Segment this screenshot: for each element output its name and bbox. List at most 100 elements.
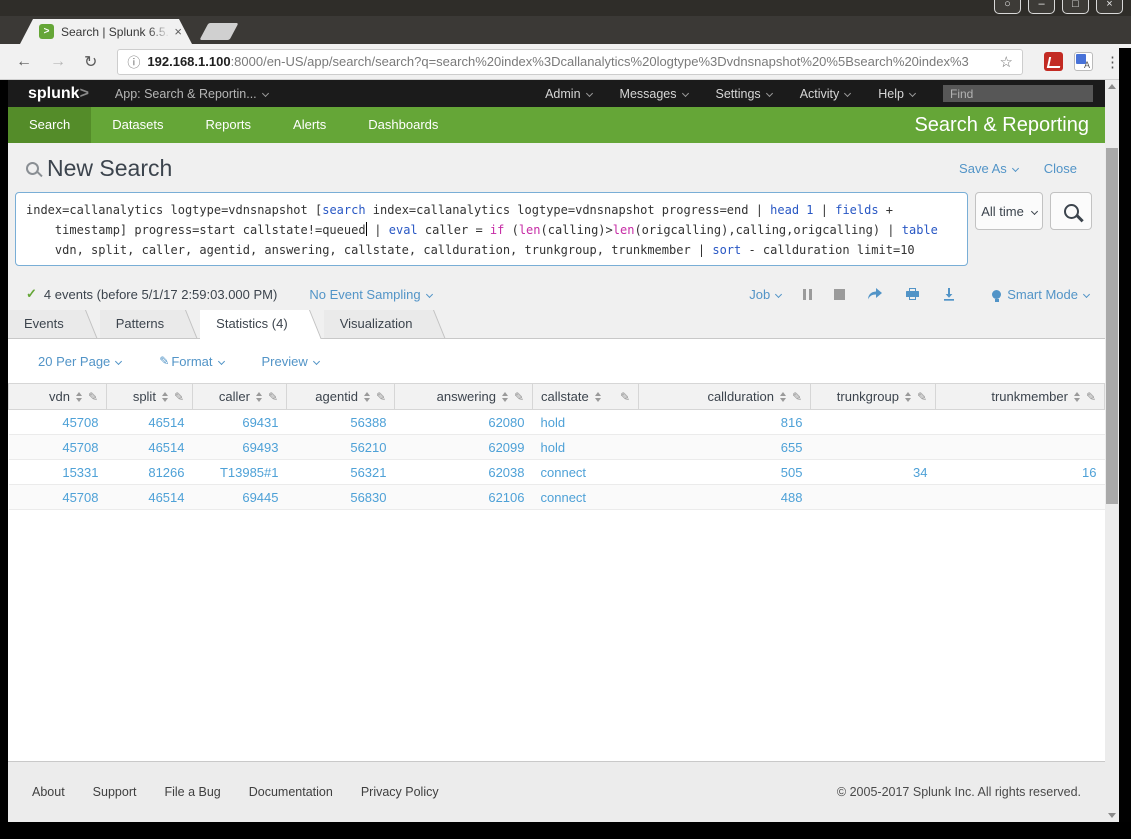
cell-answering[interactable]: 62080 [394,409,533,435]
edit-column-icon[interactable]: ✎ [514,390,524,404]
cell-vdn[interactable]: 45708 [8,484,107,510]
bookmark-star-icon[interactable]: ☆ [1000,53,1013,71]
nav-search[interactable]: Search [8,107,92,143]
cell-callstate[interactable]: hold [532,409,639,435]
share-icon[interactable] [867,287,883,301]
cell-vdn[interactable]: 45708 [8,409,107,435]
maximize-icon[interactable]: □ [1062,0,1089,14]
scroll-down-icon[interactable] [1108,813,1116,818]
cell-caller[interactable]: T13985#1 [192,459,287,485]
menu-messages[interactable]: Messages [620,87,689,101]
edit-column-icon[interactable]: ✎ [792,390,802,404]
edit-column-icon[interactable]: ✎ [174,390,184,404]
sort-icon[interactable] [594,391,601,402]
footer-link-privacy-policy[interactable]: Privacy Policy [361,785,439,799]
column-header-callduration[interactable]: callduration ✎ [638,383,811,410]
cell-vdn[interactable]: 15331 [8,459,107,485]
cell-callduration[interactable]: 488 [638,484,811,510]
nav-reports[interactable]: Reports [185,107,273,143]
cell-callduration[interactable]: 505 [638,459,811,485]
back-icon[interactable]: ← [16,53,32,71]
save-as-button[interactable]: Save As [959,161,1019,176]
sort-icon[interactable] [779,391,786,402]
footer-link-documentation[interactable]: Documentation [249,785,333,799]
edit-column-icon[interactable]: ✎ [88,390,98,404]
cell-caller[interactable]: 69431 [192,409,287,435]
tab-patterns[interactable]: Patterns [99,310,175,338]
column-header-trunkgroup[interactable]: trunkgroup ✎ [810,383,936,410]
cell-answering[interactable]: 62038 [394,459,533,485]
sort-icon[interactable] [255,391,262,402]
menu-admin[interactable]: Admin [545,87,593,101]
cell-answering[interactable]: 62106 [394,484,533,510]
browser-tab[interactable]: > Search | Splunk 6.5. × [20,19,192,44]
minimize-icon[interactable]: – [1028,0,1055,14]
column-header-callstate[interactable]: callstate ✎ [532,383,639,410]
cell-callduration[interactable]: 816 [638,409,811,435]
cell-callstate[interactable]: connect [532,484,639,510]
vertical-scrollbar[interactable] [1105,80,1119,822]
scroll-up-icon[interactable] [1108,84,1116,89]
splunk-logo[interactable]: splunk> [28,85,89,103]
preview-menu[interactable]: Preview [262,354,320,369]
sort-icon[interactable] [75,391,82,402]
column-header-answering[interactable]: answering ✎ [394,383,533,410]
cell-trunkmember[interactable]: 16 [935,459,1105,485]
url-bar[interactable]: ⓘ 192.168.1.100 :8000/en-US/app/search/s… [117,48,1023,75]
menu-help[interactable]: Help [878,87,917,101]
close-icon[interactable]: × [1096,0,1123,14]
cell-agentid[interactable]: 56210 [286,434,395,460]
cell-split[interactable]: 81266 [106,459,193,485]
pause-icon[interactable] [803,288,813,300]
run-search-button[interactable] [1050,192,1092,230]
cell-agentid[interactable]: 56388 [286,409,395,435]
cell-split[interactable]: 46514 [106,484,193,510]
footer-link-support[interactable]: Support [93,785,137,799]
cell-callstate[interactable]: connect [532,459,639,485]
reload-icon[interactable]: ↻ [84,52,97,72]
footer-link-about[interactable]: About [32,785,65,799]
column-header-agentid[interactable]: agentid ✎ [286,383,395,410]
search-query-input[interactable]: index=callanalytics logtype=vdnsnapshot … [15,192,968,266]
event-sampling-menu[interactable]: No Event Sampling [309,287,433,302]
footer-link-file-a-bug[interactable]: File a Bug [164,785,220,799]
cell-callstate[interactable]: hold [532,434,639,460]
cell-answering[interactable]: 62099 [394,434,533,460]
edit-column-icon[interactable]: ✎ [620,390,630,404]
cell-trunkgroup[interactable] [810,484,936,510]
menu-settings[interactable]: Settings [716,87,773,101]
tab-statistics-4[interactable]: Statistics (4) [200,310,298,339]
cell-caller[interactable]: 69493 [192,434,287,460]
cell-split[interactable]: 46514 [106,434,193,460]
extension-icon-red[interactable] [1044,52,1063,71]
menu-activity[interactable]: Activity [800,87,852,101]
tab-events[interactable]: Events [8,310,74,338]
cell-trunkmember[interactable] [935,434,1105,460]
sort-icon[interactable] [501,391,508,402]
column-header-caller[interactable]: caller ✎ [192,383,287,410]
cell-trunkmember[interactable] [935,484,1105,510]
cell-callduration[interactable]: 655 [638,434,811,460]
forward-icon[interactable]: → [50,53,66,71]
edit-column-icon[interactable]: ✎ [268,390,278,404]
column-header-trunkmember[interactable]: trunkmember ✎ [935,383,1105,410]
sort-icon[interactable] [363,391,370,402]
app-switcher-menu[interactable]: App: Search & Reportin... [115,87,269,101]
cell-split[interactable]: 46514 [106,409,193,435]
sort-icon[interactable] [1073,391,1080,402]
time-range-picker[interactable]: All time [975,192,1043,230]
column-header-split[interactable]: split ✎ [106,383,193,410]
cell-trunkgroup[interactable] [810,434,936,460]
format-menu[interactable]: ✎ Format [159,354,225,369]
cell-caller[interactable]: 69445 [192,484,287,510]
column-header-vdn[interactable]: vdn ✎ [8,383,107,410]
cell-vdn[interactable]: 45708 [8,434,107,460]
export-icon[interactable] [942,287,956,301]
cell-agentid[interactable]: 56830 [286,484,395,510]
tab-close-icon[interactable]: × [174,25,182,38]
sort-icon[interactable] [904,391,911,402]
edit-column-icon[interactable]: ✎ [376,390,386,404]
cell-trunkmember[interactable] [935,409,1105,435]
page-info-icon[interactable]: ⓘ [127,52,140,71]
stop-icon[interactable] [834,288,846,300]
